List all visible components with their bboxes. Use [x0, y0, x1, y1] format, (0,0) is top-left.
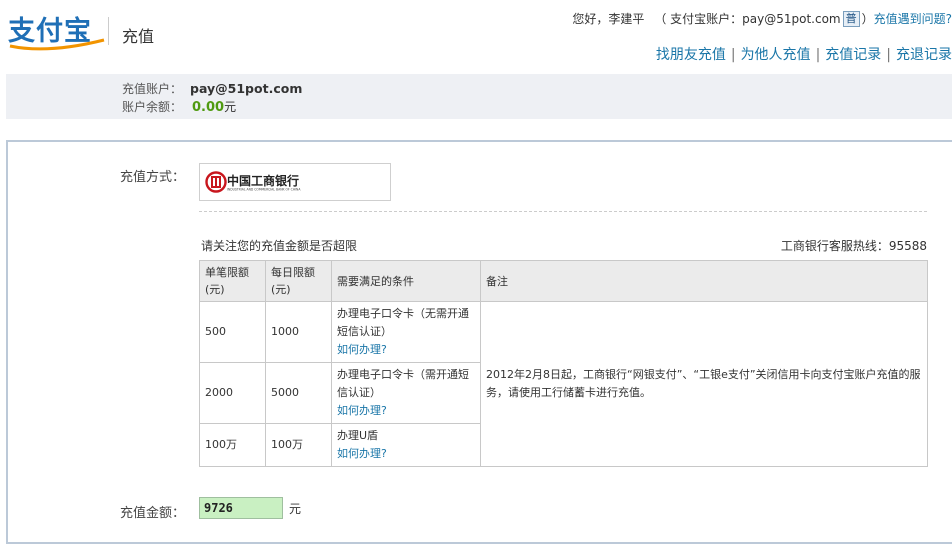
- col-header-condition: 需要满足的条件: [331, 260, 481, 302]
- limits-table: 单笔限额 (元) 每日限额 (元) 需要满足的条件 备注 500 1000 办理电子…: [199, 260, 928, 467]
- col-header-remark: 备注: [480, 260, 928, 302]
- account-prefix: （ 支付宝账户：: [654, 12, 743, 26]
- how-to-apply-link[interactable]: 如何办理?: [337, 343, 387, 356]
- divider: |: [730, 47, 736, 63]
- how-to-apply-link[interactable]: 如何办理?: [337, 404, 387, 417]
- logo-swoosh-icon: [9, 38, 105, 51]
- amount-input[interactable]: [199, 497, 283, 519]
- bank-name-en: INDUSTRIAL AND COMMERCIAL BANK OF CHINA: [227, 187, 301, 192]
- user-info-bar: 您好，李建平 （ 支付宝账户： pay@51pot.com 普 ） 充值遇到问题…: [572, 10, 952, 27]
- cell-single-limit: 2000: [199, 362, 266, 424]
- balance-label: 账户余额：: [122, 100, 183, 114]
- top-nav-links: 找朋友充值 | 为他人充值 | 充值记录 | 充退记录: [656, 44, 952, 64]
- condition-text: 办理电子口令卡（需开通短信认证）: [337, 368, 469, 399]
- how-to-apply-link[interactable]: 如何办理?: [337, 447, 387, 460]
- link-refund-records[interactable]: 充退记录: [896, 47, 952, 63]
- account-suffix: ）: [861, 12, 874, 26]
- help-link[interactable]: 充值遇到问题?: [874, 10, 952, 27]
- logo-divider: [108, 17, 109, 45]
- condition-text: 办理电子口令卡（无需开通短信认证）: [337, 307, 469, 338]
- account-email: pay@51pot.com: [742, 11, 841, 26]
- cell-daily-limit: 100万: [265, 423, 332, 467]
- cell-condition: 办理电子口令卡（无需开通短信认证） 如何办理?: [331, 301, 481, 363]
- cell-single-limit: 500: [199, 301, 266, 363]
- alipay-logo[interactable]: 支付宝: [8, 10, 105, 51]
- header-line: (元): [205, 283, 225, 296]
- page-title: 充值: [122, 27, 155, 46]
- balance-value: 0.00: [192, 100, 225, 115]
- cell-remark: 2012年2月8日起，工商银行“网银支付”、“工银e支付”关闭信用卡向支付宝账户…: [480, 301, 928, 467]
- link-friend-recharge[interactable]: 找朋友充值: [656, 47, 726, 63]
- cell-single-limit: 100万: [199, 423, 266, 467]
- link-recharge-for-others[interactable]: 为他人充值: [741, 47, 811, 63]
- account-info-panel: 充值账户： pay@51pot.com 账户余额： 0.00元: [6, 74, 952, 119]
- header-line: (元): [271, 283, 291, 296]
- amount-label: 充值金额：: [120, 506, 186, 521]
- balance-row: 账户余额： 0.00元: [122, 98, 236, 115]
- divider: |: [815, 47, 821, 63]
- col-header-single-limit: 单笔限额 (元): [199, 260, 266, 302]
- balance-unit: 元: [224, 100, 237, 114]
- condition-text: 办理U盾: [337, 429, 379, 442]
- account-label: 充值账户：: [122, 82, 183, 96]
- account-row: 充值账户： pay@51pot.com: [122, 80, 302, 97]
- cell-condition: 办理U盾如何办理?: [331, 423, 481, 467]
- cell-daily-limit: 1000: [265, 301, 332, 363]
- limit-notice: 请关注您的充值金额是否超限: [201, 239, 358, 253]
- col-header-daily-limit: 每日限额 (元): [265, 260, 332, 302]
- link-recharge-records[interactable]: 充值记录: [825, 47, 881, 63]
- amount-unit: 元: [289, 502, 302, 516]
- account-level-badge[interactable]: 普: [842, 10, 860, 27]
- greeting: 您好，李建平: [572, 12, 645, 26]
- table-row: 500 1000 办理电子口令卡（无需开通短信认证） 如何办理? 2012年2月8…: [199, 301, 928, 467]
- icbc-logo-icon: [205, 171, 227, 193]
- bank-hotline: 工商银行客服热线：95588: [780, 239, 927, 253]
- method-label: 充值方式：: [120, 170, 186, 185]
- header-line: 单笔限额: [205, 266, 249, 279]
- account-value: pay@51pot.com: [190, 81, 303, 96]
- table-header-row: 单笔限额 (元) 每日限额 (元) 需要满足的条件 备注: [199, 260, 928, 302]
- divider: |: [886, 47, 891, 63]
- dashed-divider: [199, 211, 927, 212]
- cell-condition: 办理电子口令卡（需开通短信认证） 如何办理?: [331, 362, 481, 424]
- cell-daily-limit: 5000: [265, 362, 332, 424]
- bank-selector-icbc[interactable]: 中国工商银行 INDUSTRIAL AND COMMERCIAL BANK OF…: [199, 163, 391, 201]
- header-line: 每日限额: [271, 266, 315, 279]
